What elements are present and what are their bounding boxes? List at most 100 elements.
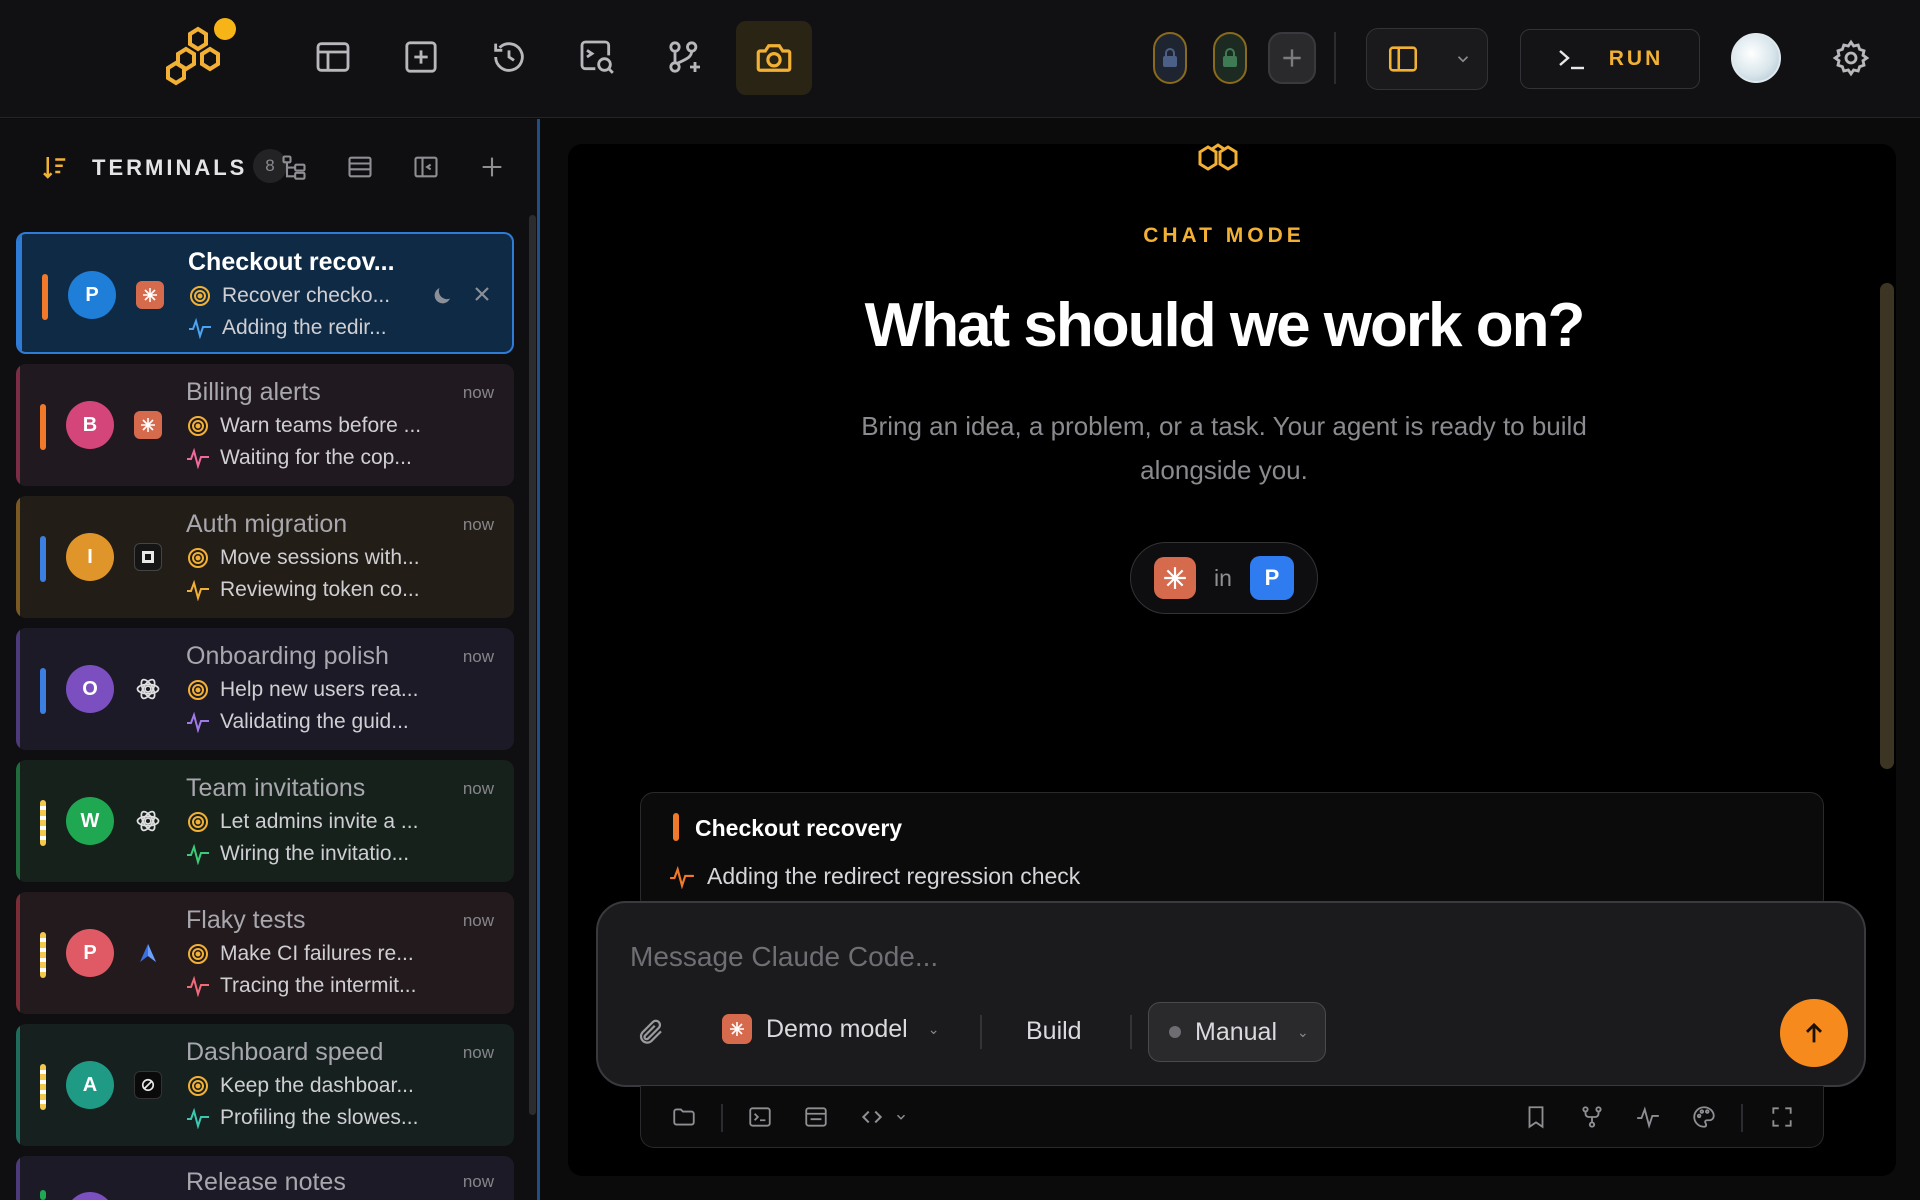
top-toolbar: RUN	[0, 0, 1920, 118]
terminal-goal: Help new users rea...	[220, 678, 419, 701]
sidebar-title: TERMINALS	[92, 155, 248, 180]
terminal-goal: Let admins invite a ...	[220, 810, 419, 833]
session-lock-green[interactable]	[1213, 32, 1247, 84]
sort-icon[interactable]	[34, 147, 74, 187]
lock-icon	[1163, 48, 1177, 67]
fullscreen-icon[interactable]	[1767, 1102, 1797, 1132]
chevron-down-icon: ⌄	[1297, 1023, 1309, 1040]
chevron-down-icon[interactable]	[891, 1102, 911, 1132]
terminal-icon[interactable]	[745, 1102, 775, 1132]
list-view-icon[interactable]	[340, 147, 380, 187]
target-icon	[186, 810, 210, 834]
terminal-card[interactable]: W Team invitations now Let admins invite…	[16, 760, 514, 882]
terminal-goal: Move sessions with...	[220, 546, 420, 569]
folder-icon[interactable]	[669, 1102, 699, 1132]
activity-icon	[186, 842, 210, 866]
terminal-title: Team invitations	[186, 774, 366, 802]
composer-toolbar	[640, 1086, 1824, 1148]
activity-icon[interactable]	[1633, 1102, 1663, 1132]
approval-mode-select[interactable]: Manual ⌄	[1148, 1002, 1326, 1062]
terminal-goal: Keep the dashboar...	[220, 1074, 414, 1097]
send-button[interactable]	[1780, 999, 1848, 1067]
add-session-button[interactable]	[1268, 32, 1316, 84]
terminal-card[interactable]: A Dashboard speed now Keep the dashboar.…	[16, 1024, 514, 1146]
run-label: RUN	[1608, 47, 1664, 70]
terminal-agent-icon	[134, 543, 162, 571]
project-avatar: P	[1249, 556, 1294, 600]
chat-mode-label: CHAT MODE	[1143, 224, 1305, 247]
claude-agent-icon	[134, 411, 162, 439]
context-title: Checkout recovery	[695, 815, 903, 841]
status-dot	[1169, 1026, 1181, 1038]
approval-mode-label: Manual	[1195, 1017, 1277, 1046]
avatar: W	[66, 797, 114, 845]
agent-project-pill[interactable]: in P	[1130, 542, 1318, 614]
avatar: I	[66, 533, 114, 581]
message-composer[interactable]: Message Claude Code... Demo model ⌄ Buil…	[596, 901, 1866, 1087]
collapse-panel-icon[interactable]	[406, 147, 446, 187]
terminal-prompt-icon	[1558, 50, 1584, 70]
terminal-status: Tracing the intermit...	[220, 974, 417, 997]
terminal-time: now	[462, 911, 494, 930]
activity-icon	[186, 1106, 210, 1130]
terminal-card[interactable]: Release notes now	[16, 1156, 514, 1200]
terminal-status: Wiring the invitatio...	[220, 842, 410, 865]
paperclip-icon[interactable]	[636, 1017, 666, 1047]
app-logo	[162, 16, 238, 88]
model-label: Demo model	[766, 1014, 908, 1043]
user-avatar[interactable]	[1731, 33, 1781, 83]
composer-divider	[1130, 1015, 1132, 1049]
cursor-agent-icon	[134, 939, 162, 967]
terminal-time: now	[462, 515, 494, 534]
context-status: Adding the redirect regression check	[707, 863, 1081, 889]
sidebar-layout-select[interactable]	[1366, 28, 1488, 90]
code-icon[interactable]	[857, 1102, 887, 1132]
plus-icon	[1283, 49, 1301, 67]
panel-bottom-icon[interactable]	[801, 1102, 831, 1132]
git-branch-add-icon[interactable]	[656, 28, 714, 86]
avatar	[66, 1192, 114, 1200]
arrow-up-icon	[1806, 1022, 1822, 1043]
target-icon	[186, 678, 210, 702]
gear-icon[interactable]	[1826, 33, 1876, 83]
activity-icon	[669, 865, 695, 889]
terminal-time: now	[462, 779, 494, 798]
target-icon	[186, 546, 210, 570]
terminal-time: now	[462, 647, 494, 666]
context-color-bar	[673, 813, 679, 841]
model-select[interactable]: Demo model ⌄	[722, 1014, 939, 1044]
avatar: B	[66, 401, 114, 449]
terminal-search-icon[interactable]	[568, 28, 626, 86]
sidebar-header: TERMINALS 8	[0, 119, 540, 211]
session-lock-blue[interactable]	[1153, 32, 1187, 84]
openai-agent-icon	[134, 675, 162, 703]
terminal-status: Reviewing token co...	[220, 578, 420, 601]
terminal-card[interactable]: I Auth migration now Move sessions with.…	[16, 496, 514, 618]
terminal-time: now	[462, 383, 494, 402]
palette-icon[interactable]	[1689, 1102, 1719, 1132]
build-mode-button[interactable]: Build	[1026, 1017, 1082, 1046]
terminal-card[interactable]: B Billing alerts now Warn teams before .…	[16, 364, 514, 486]
activity-icon	[186, 578, 210, 602]
history-icon[interactable]	[480, 28, 538, 86]
terminal-title: Billing alerts	[186, 378, 321, 406]
camera-icon[interactable]	[736, 21, 812, 95]
chevron-down-icon: ⌄	[927, 1020, 940, 1037]
terminal-card[interactable]: O Onboarding polish now Help new users r…	[16, 628, 514, 750]
tree-view-icon[interactable]	[274, 147, 314, 187]
terminal-card[interactable]: P Flaky tests now Make CI failures re...…	[16, 892, 514, 1014]
git-fork-icon[interactable]	[1577, 1102, 1607, 1132]
add-square-icon[interactable]	[392, 28, 450, 86]
activity-icon	[186, 710, 210, 734]
active-terminal-context[interactable]: Checkout recovery Adding the redirect re…	[640, 792, 1824, 912]
terminal-title: Checkout recov...	[188, 248, 395, 276]
toolbar-divider	[1334, 32, 1336, 84]
in-label: in	[1214, 564, 1232, 591]
notification-dot	[214, 18, 236, 40]
bookmark-icon[interactable]	[1521, 1102, 1551, 1132]
layout-icon[interactable]	[304, 28, 362, 86]
message-input[interactable]: Message Claude Code...	[630, 941, 938, 973]
add-terminal-icon[interactable]	[472, 147, 512, 187]
run-button[interactable]: RUN	[1520, 29, 1700, 89]
composer-divider	[980, 1015, 982, 1049]
